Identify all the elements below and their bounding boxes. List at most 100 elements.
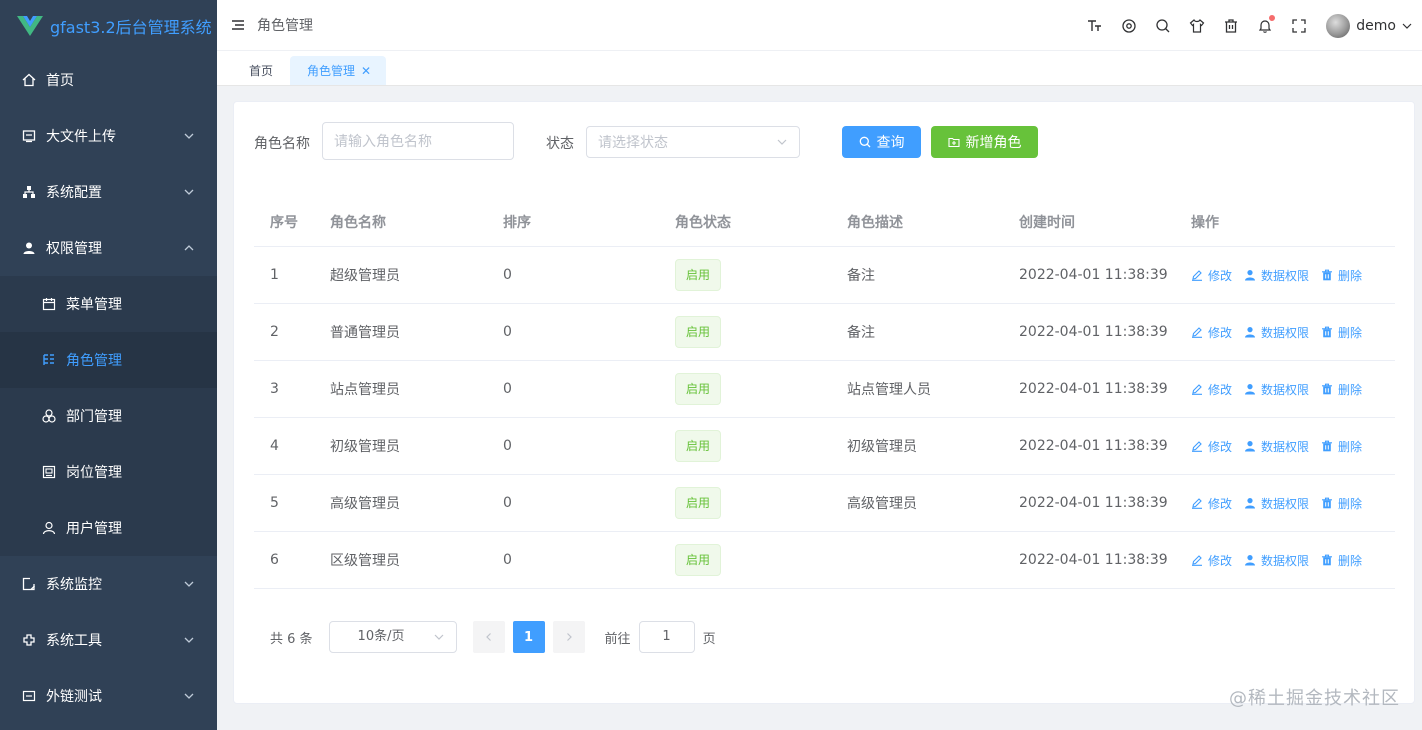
user-icon [1244,497,1261,509]
cell-sort: 0 [503,324,512,340]
role-name-placeholder: 请输入角色名称 [334,134,432,150]
sidebar-item-home[interactable]: 首页 [0,52,217,108]
trash-icon[interactable] [1223,18,1239,34]
sidebar-item-user[interactable]: 用户管理 [0,500,217,556]
page-size-value: 10条/页 [357,629,405,644]
edit-label: 修改 [1208,439,1233,454]
cell-time: 2022-04-01 11:38:39 [1019,324,1168,340]
edit-label: 修改 [1208,496,1233,511]
delete-link[interactable]: 删除 [1321,438,1362,455]
page-size-select[interactable]: 10条/页 [328,621,457,653]
delete-link[interactable]: 删除 [1321,324,1362,341]
add-role-button[interactable]: 新增角色 [931,126,1038,158]
post-icon [42,465,56,479]
data-permission-link[interactable]: 数据权限 [1244,552,1309,569]
edit-label: 修改 [1208,268,1233,283]
cell-status: 启用 [659,373,831,405]
query-button[interactable]: 查询 [842,126,921,158]
user-icon [1244,383,1261,395]
user-icon [1244,326,1261,338]
logo-icon [17,16,43,36]
data-permission-link[interactable]: 数据权限 [1244,381,1309,398]
cell-index: 4 [270,438,279,454]
edit-link[interactable]: 修改 [1191,324,1232,341]
main-panel: 角色名称 请输入角色名称 状态 请选择状态 查询 新增角色 序号 角色名称 排序… [233,101,1415,704]
fullscreen-icon[interactable] [1291,18,1307,34]
trash-icon [1321,383,1338,395]
status-select[interactable]: 请选择状态 [586,126,800,158]
cell-ops: 修改 数据权限 删除 [1175,495,1395,512]
theme-icon[interactable] [1121,18,1137,34]
cell-time: 2022-04-01 11:38:39 [1019,381,1168,397]
sidebar-item-post[interactable]: 岗位管理 [0,444,217,500]
delete-link[interactable]: 删除 [1321,381,1362,398]
person-icon [42,521,56,535]
sidebar-item-upload[interactable]: 大文件上传 [0,108,217,164]
sidebar-item-tools[interactable]: 系统工具 [0,612,217,668]
table-row: 4 初级管理员 0 启用 初级管理员 2022-04-01 11:38:39 修改 数据权限 删… [254,418,1395,475]
chevron-right-icon [566,633,572,641]
tag-home[interactable]: 首页 [249,56,273,85]
page-number-button[interactable]: 1 [512,621,545,653]
data-permission-link[interactable]: 数据权限 [1244,267,1309,284]
data-permission-link[interactable]: 数据权限 [1244,438,1309,455]
delete-label: 删除 [1338,268,1363,283]
chevron-down-icon [184,637,194,643]
sidebar-item-menu[interactable]: 菜单管理 [0,276,217,332]
edit-link[interactable]: 修改 [1191,495,1232,512]
delete-link[interactable]: 删除 [1321,495,1362,512]
cell-role-name: 区级管理员 [330,553,400,569]
cell-role-name: 站点管理员 [330,382,400,398]
sidebar-item-label: 系统配置 [46,185,102,201]
prev-page-button[interactable] [472,621,505,653]
edit-link[interactable]: 修改 [1191,381,1232,398]
data-permission-label: 数据权限 [1261,268,1310,283]
sidebar-item-label: 部门管理 [66,409,122,425]
trash-icon [1321,554,1338,566]
role-name-input[interactable]: 请输入角色名称 [322,122,514,160]
cell-index: 5 [270,495,279,511]
hamburger-icon[interactable] [231,18,245,32]
data-permission-link[interactable]: 数据权限 [1244,324,1309,341]
sidebar-item-link[interactable]: 外链测试 [0,668,217,724]
edit-link[interactable]: 修改 [1191,552,1232,569]
next-page-button[interactable] [552,621,585,653]
sidebar-item-dept[interactable]: 部门管理 [0,388,217,444]
notification-dot [1269,14,1276,21]
chevron-down-icon [184,693,194,699]
delete-link[interactable]: 删除 [1321,267,1362,284]
sidebar-item-config[interactable]: 系统配置 [0,164,217,220]
monitor-icon [22,577,35,591]
avatar[interactable] [1326,13,1351,38]
font-size-icon[interactable] [1087,18,1103,34]
cell-sort: 0 [503,267,512,283]
edit-icon [1191,269,1208,281]
close-icon[interactable]: ✕ [361,64,371,78]
data-permission-link[interactable]: 数据权限 [1244,495,1309,512]
table-row: 3 站点管理员 0 启用 站点管理人员 2022-04-01 11:38:39 修改 数据权限… [254,361,1395,418]
cell-desc: 高级管理员 [847,496,917,512]
edit-link[interactable]: 修改 [1191,438,1232,455]
sidebar-item-role[interactable]: 角色管理 [0,332,217,388]
username[interactable]: demo [1356,18,1396,34]
edit-label: 修改 [1208,553,1233,568]
cell-index: 1 [270,267,279,283]
edit-link[interactable]: 修改 [1191,267,1232,284]
table-row: 5 高级管理员 0 启用 高级管理员 2022-04-01 11:38:39 修改 数据权限 删… [254,475,1395,532]
delete-link[interactable]: 删除 [1321,552,1362,569]
col-ops: 操作 [1191,215,1219,231]
sidebar-item-monitor[interactable]: 系统监控 [0,556,217,612]
data-permission-label: 数据权限 [1261,325,1310,340]
shirt-icon[interactable] [1189,18,1205,34]
chevron-down-icon [184,189,194,195]
chevron-down-icon[interactable] [1402,21,1412,31]
tag-role-management[interactable]: 角色管理 ✕ [290,56,386,85]
search-icon[interactable] [1155,18,1171,34]
cell-time: 2022-04-01 11:38:39 [1019,552,1168,568]
logo[interactable]: gfast3.2后台管理系统 [0,0,217,52]
data-permission-label: 数据权限 [1261,496,1310,511]
goto-page-input[interactable]: 1 [638,621,695,653]
bell-icon[interactable] [1257,14,1276,34]
table-row: 6 区级管理员 0 启用 2022-04-01 11:38:39 修改 数据权限 删除 [254,532,1395,589]
sidebar-item-permission[interactable]: 权限管理 [0,220,217,276]
